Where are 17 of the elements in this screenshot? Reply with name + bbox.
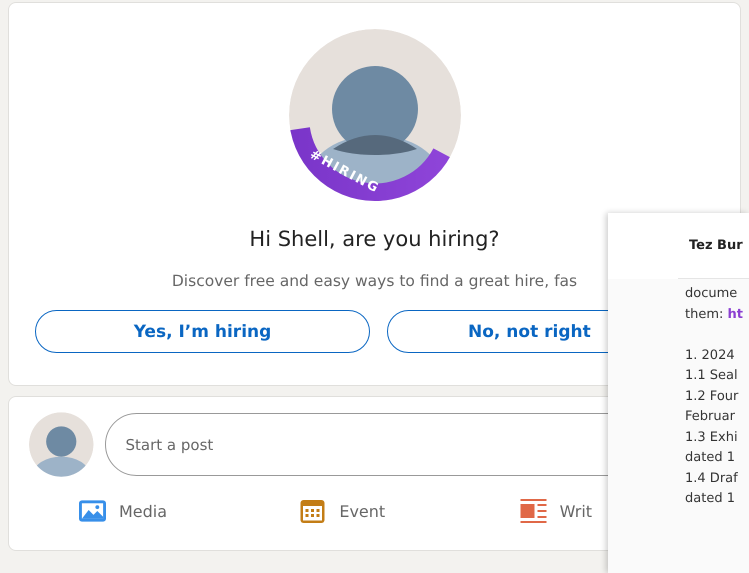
article-icon — [520, 499, 547, 523]
message-text: 1.1 Seal — [685, 367, 739, 385]
popup-title: Tez Bur — [689, 238, 743, 253]
message-text: 1.2 Four — [685, 388, 740, 406]
calendar-icon — [299, 499, 326, 523]
action-label[interactable]: Media — [119, 502, 168, 520]
card-title: Hi Shell, are you hiring? — [249, 227, 500, 251]
message-text: docume — [685, 285, 738, 303]
card-subtitle: Discover free and easy ways to find a great hire, fas — [172, 272, 578, 290]
message-text: 1.3 Exhi — [685, 428, 739, 446]
action-label[interactable]: Writ — [560, 502, 592, 520]
image-icon — [79, 499, 106, 523]
message-text: dated 1 — [685, 449, 736, 467]
avatar-icon — [29, 412, 94, 477]
hiring-button[interactable]: Yes, I’m hiring — [35, 310, 370, 353]
action-label[interactable]: Event — [339, 502, 386, 520]
message-text: dated 1 — [685, 490, 736, 508]
